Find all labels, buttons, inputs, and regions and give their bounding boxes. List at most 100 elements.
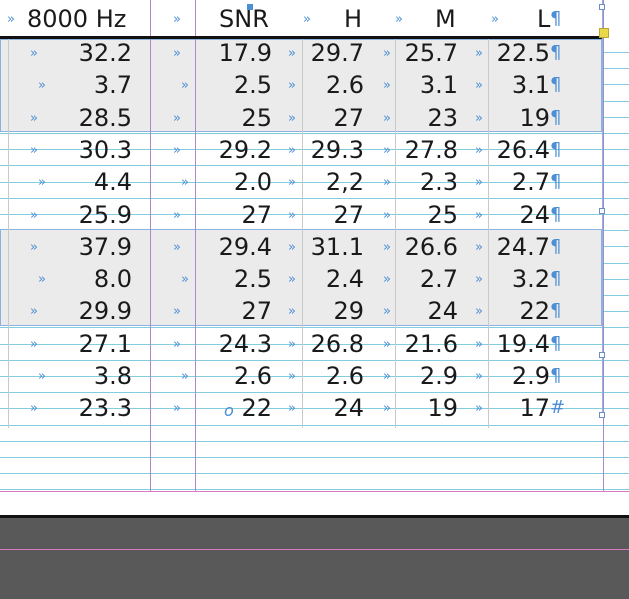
tab-mark: » [173, 304, 181, 320]
frame-handle[interactable] [599, 352, 605, 358]
cell-snr: 22 [241, 394, 272, 423]
tab-mark: » [383, 110, 391, 126]
pasteboard [0, 515, 629, 599]
cell-l: 2.7 [511, 168, 550, 197]
frame-in-port[interactable] [599, 28, 609, 38]
paragraph-end-mark: ¶ [550, 235, 562, 257]
tab-mark: » [30, 110, 38, 126]
tab-mark: » [30, 207, 38, 223]
cell-snr: 2.5 [233, 265, 272, 294]
tab-mark: » [383, 304, 391, 320]
frame-handle[interactable] [599, 208, 605, 214]
tab-mark: » [383, 142, 391, 158]
tab-mark: » [288, 142, 296, 158]
tab-mark: » [383, 207, 391, 223]
cell-snr: 2.5 [233, 71, 272, 100]
tab-mark: » [288, 46, 296, 61]
tab-mark: » [475, 78, 483, 94]
cell-separator [395, 36, 396, 428]
cell-snr: 2.0 [233, 168, 272, 197]
cell-snr: 27 [241, 200, 272, 229]
tab-mark: » [173, 336, 181, 352]
cell-l: 24 [519, 200, 550, 229]
tab-mark: » [383, 272, 391, 288]
tab-mark: » [288, 304, 296, 320]
tab-mark: » [288, 369, 296, 384]
tab-mark: » [395, 12, 403, 27]
margin-guide [0, 491, 629, 492]
tab-mark: » [303, 12, 311, 27]
cell-hz: 23.3 [78, 394, 132, 423]
cell-m: 19 [427, 394, 458, 423]
header-snr: SNR [219, 5, 269, 33]
cell-snr: 17.9 [218, 39, 272, 67]
tab-mark: » [173, 239, 181, 255]
cell-snr: 29.4 [218, 232, 272, 261]
cell-l: 19.4 [496, 329, 550, 358]
cell-m: 23 [427, 103, 458, 132]
tab-mark: » [173, 401, 181, 417]
header-m: M [435, 5, 456, 33]
tab-mark: » [7, 12, 15, 27]
tab-mark: » [173, 207, 181, 223]
paragraph-end-mark: ¶ [550, 332, 562, 354]
cell-snr: 2.6 [233, 362, 272, 390]
cell-h: 29 [333, 297, 364, 326]
pilcrow-mark: ¶ [550, 8, 562, 29]
tab-mark: » [30, 46, 38, 61]
cell-separator [8, 36, 9, 428]
paragraph-end-mark: ¶ [550, 203, 562, 225]
anchor-mark: o [224, 401, 234, 420]
paragraph-end-mark: ¶ [550, 138, 562, 160]
cell-snr: 27 [241, 297, 272, 326]
tab-mark: » [475, 207, 483, 223]
baseline-rule [0, 473, 629, 474]
cell-h: 31.1 [310, 232, 364, 261]
cell-m: 25.7 [404, 39, 458, 67]
cell-hz: 37.9 [78, 232, 132, 261]
tab-mark: » [288, 78, 296, 94]
paragraph-end-mark: ¶ [550, 106, 562, 128]
tab-mark: » [30, 304, 38, 320]
cell-m: 2.7 [419, 265, 458, 294]
tab-mark: » [491, 12, 499, 27]
tab-mark: » [38, 272, 46, 288]
cell-l: 3.2 [511, 265, 550, 294]
tab-mark: » [173, 46, 181, 61]
cell-separator [302, 36, 303, 428]
cell-m: 2.9 [419, 362, 458, 390]
tab-mark: » [383, 369, 391, 384]
paragraph-end-mark: ¶ [550, 268, 562, 290]
tab-mark: » [173, 110, 181, 126]
tab-mark: » [38, 78, 46, 94]
tab-mark: » [475, 239, 483, 255]
cell-l: 2.9 [511, 362, 550, 390]
cell-h: 2,2 [325, 168, 364, 197]
cell-hz: 29.9 [78, 297, 132, 326]
tab-mark: » [383, 239, 391, 255]
tab-mark: » [475, 110, 483, 126]
tab-mark: » [383, 401, 391, 417]
tab-mark: » [475, 304, 483, 320]
tab-mark: » [173, 12, 181, 27]
baseline-rule [0, 457, 629, 458]
cell-h: 2.4 [325, 265, 364, 294]
cell-hz: 27.1 [78, 329, 132, 358]
paragraph-end-mark: ¶ [550, 300, 562, 322]
tab-mark: » [383, 78, 391, 94]
cell-m: 24 [427, 297, 458, 326]
selection-handle[interactable] [247, 4, 253, 10]
frame-handle[interactable] [599, 412, 605, 418]
frame-handle[interactable] [599, 4, 605, 10]
cell-hz: 30.3 [78, 135, 132, 164]
tab-mark: » [181, 78, 189, 94]
tab-mark: » [383, 46, 391, 61]
cell-h: 2.6 [325, 71, 364, 100]
tab-mark: » [475, 369, 483, 384]
cell-h: 2.6 [325, 362, 364, 390]
cell-l: 22.5 [496, 39, 550, 67]
tab-mark: » [38, 369, 46, 384]
tab-mark: » [30, 142, 38, 158]
cell-m: 25 [427, 200, 458, 229]
paragraph-end-mark: ¶ [550, 365, 562, 386]
